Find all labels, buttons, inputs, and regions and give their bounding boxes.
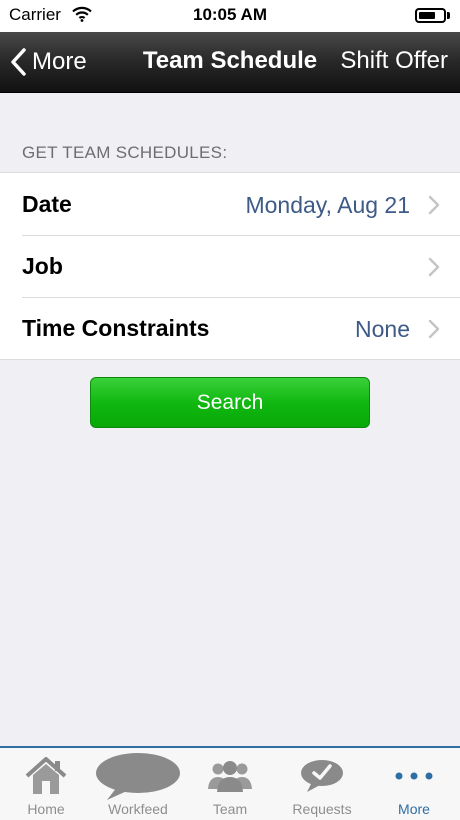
date-label: Date bbox=[22, 191, 72, 217]
tab-bar: Home Workfeed Team Requests More bbox=[0, 746, 460, 820]
chevron-right-icon bbox=[428, 319, 440, 339]
tab-home[interactable]: Home bbox=[0, 748, 92, 820]
search-button[interactable]: Search bbox=[90, 377, 370, 428]
schedule-options-list: Date Monday, Aug 21 Job Time Constraints… bbox=[0, 172, 460, 360]
clock: 10:05 AM bbox=[192, 5, 267, 24]
date-row[interactable]: Date Monday, Aug 21 bbox=[0, 173, 460, 235]
tab-workfeed[interactable]: Workfeed bbox=[92, 748, 184, 820]
job-row[interactable]: Job bbox=[0, 235, 460, 297]
tab-more[interactable]: More bbox=[368, 748, 460, 820]
time-constraints-row[interactable]: Time Constraints None bbox=[0, 297, 460, 359]
shift-offer-button[interactable]: Shift Offer bbox=[340, 47, 448, 75]
tab-home-label: Home bbox=[27, 801, 65, 817]
tab-team[interactable]: Team bbox=[184, 748, 276, 820]
more-dots-icon bbox=[368, 754, 460, 798]
navigation-bar: More Team Schedule Shift Offer bbox=[0, 32, 460, 93]
people-icon bbox=[184, 754, 276, 798]
chevron-left-icon bbox=[11, 48, 26, 76]
tab-workfeed-label: Workfeed bbox=[108, 801, 168, 817]
tab-requests-label: Requests bbox=[292, 801, 352, 817]
chevron-right-icon bbox=[428, 195, 440, 215]
check-bubble-icon bbox=[276, 754, 368, 798]
time-constraints-label: Time Constraints bbox=[22, 315, 210, 341]
time-constraints-value: None bbox=[355, 316, 410, 342]
battery-icon bbox=[415, 8, 446, 23]
back-button-label: More bbox=[32, 48, 87, 75]
back-button[interactable]: More bbox=[10, 45, 87, 79]
tab-requests[interactable]: Requests bbox=[276, 748, 368, 820]
tab-team-label: Team bbox=[212, 801, 248, 817]
tab-more-label: More bbox=[398, 801, 430, 817]
home-icon bbox=[0, 754, 92, 798]
battery-tip bbox=[447, 12, 450, 19]
section-header: GET TEAM SCHEDULES: bbox=[22, 143, 228, 162]
chevron-right-icon bbox=[428, 257, 440, 277]
job-label: Job bbox=[22, 253, 63, 279]
speech-bubble-icon bbox=[92, 753, 184, 800]
status-bar: Carrier 10:05 AM bbox=[0, 0, 460, 32]
date-value: Monday, Aug 21 bbox=[245, 192, 410, 218]
